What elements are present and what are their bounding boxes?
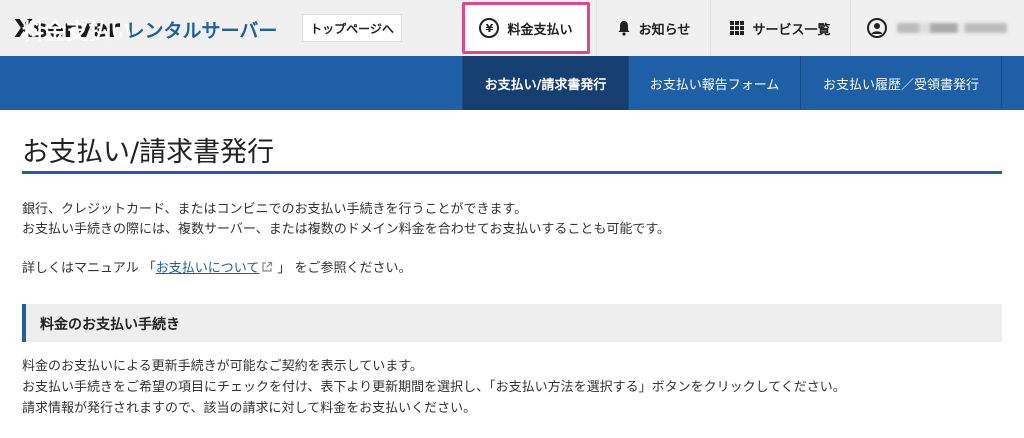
toppage-button[interactable]: トップページへ (302, 14, 402, 42)
title-divider (22, 171, 1002, 174)
nav-notice-label: お知らせ (638, 22, 691, 38)
manual-reference: 詳しくはマニュアル 「お支払いについて 」 をご参照ください。 (22, 259, 412, 279)
section-text-3: 請求情報が発行されますので、該当の請求に対して料金をお支払いください。 (22, 401, 477, 416)
external-link-icon (262, 261, 273, 272)
manual-link[interactable]: お支払いについて (156, 261, 260, 276)
yen-circle-icon: ¥ (479, 18, 500, 38)
tab-payment-history[interactable]: お支払い履歴／受領書発行 (800, 56, 1002, 110)
logo-sub-text: レンタルサーバー (125, 20, 278, 42)
intro-text-2: お支払い手続きの際には、複数サーバー、または複数のドメイン料金を合わせてお支払い… (22, 222, 671, 237)
nav-services[interactable]: サービス一覧 (710, 0, 850, 56)
section-text-1: 料金のお支払いによる更新手続きが可能なご契約を表示しています。 (22, 359, 423, 374)
user-circle-icon (867, 18, 887, 38)
section-header-box: 料金のお支払い手続き (22, 304, 1002, 342)
nav-payment-label: 料金支払い (507, 22, 573, 38)
bell-icon (618, 21, 630, 36)
page-title: お支払い/請求書発行 (22, 137, 275, 168)
nav-services-label: サービス一覧 (752, 22, 831, 38)
manual-suffix: 」 をご参照ください。 (277, 261, 412, 276)
section-heading: 料金のお支払い手続き (40, 317, 180, 333)
nav-notice[interactable]: お知らせ (596, 0, 710, 56)
nav-account[interactable] (850, 0, 1024, 56)
intro-text-1: 銀行、クレジットカード、またはコンビニでのお支払い手続きを行うことができます。 (22, 202, 528, 217)
section-text-2: お支払い手続きをご希望の項目にチェックを付け、表下より更新期間を選択し、「お支払… (22, 380, 846, 395)
grid-icon (730, 21, 745, 35)
tab-payment-report-form[interactable]: お支払い報告フォーム (628, 56, 800, 110)
account-name-redacted (897, 23, 1007, 33)
tab-payment-invoice[interactable]: お支払い/請求書発行 (462, 56, 628, 110)
nav-payment[interactable]: ¥ 料金支払い (462, 2, 590, 54)
manual-prefix: 詳しくはマニュアル 「 (22, 261, 156, 276)
section-title: 料金支払い (22, 20, 133, 45)
